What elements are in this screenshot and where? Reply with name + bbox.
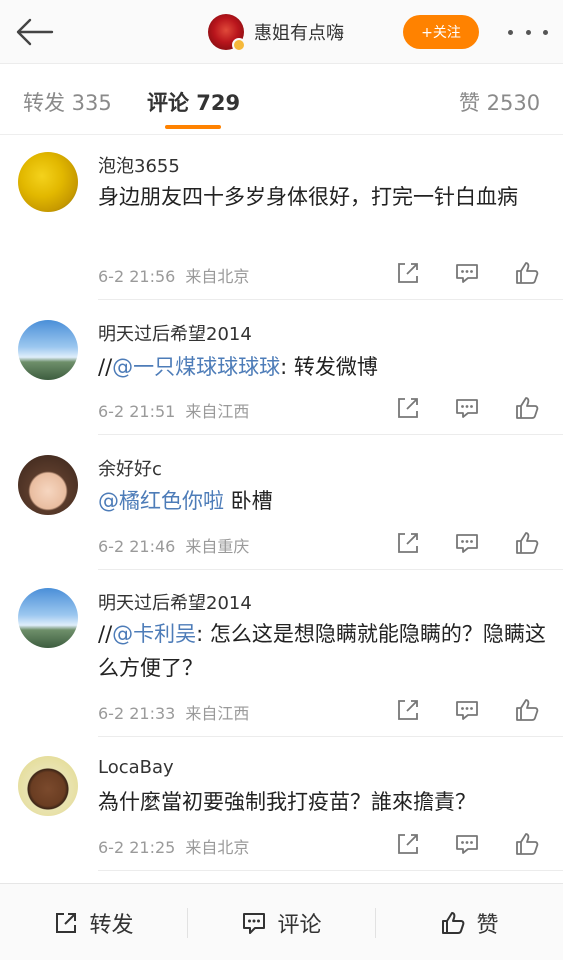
thumbs-up-icon xyxy=(516,532,539,554)
share-icon xyxy=(398,834,418,854)
author-avatar[interactable] xyxy=(208,14,246,52)
comment-icon xyxy=(456,534,478,553)
comment-source: 来自江西 xyxy=(185,704,250,723)
share-icon xyxy=(398,263,418,283)
share-button[interactable] xyxy=(394,259,422,287)
active-tab-indicator xyxy=(165,125,221,129)
top-nav-bar: 惠姐有点嗨 +关注 xyxy=(0,0,563,64)
share-icon xyxy=(398,700,418,720)
reply-button[interactable] xyxy=(453,529,481,557)
comment-text: 為什麼當初要強制我打疫苗？誰來擔責？ xyxy=(98,785,548,819)
comment-divider xyxy=(98,569,563,570)
comment-divider xyxy=(98,299,563,300)
share-button[interactable] xyxy=(394,830,422,858)
comment-time: 6-2 21:46 xyxy=(98,537,176,556)
comment-text: //@卡利吴: 怎么这是想隐瞒就能隐瞒的？隐瞒这么方便了？ xyxy=(98,617,548,685)
like-comment-button[interactable] xyxy=(513,696,541,724)
thumbs-up-icon xyxy=(516,833,539,855)
comment-source: 来自重庆 xyxy=(185,537,250,556)
comment-source: 来自北京 xyxy=(185,838,250,857)
repost-button[interactable]: 转发 xyxy=(0,884,187,960)
comment-label: 评论 xyxy=(277,912,322,938)
like-comment-button[interactable] xyxy=(513,259,541,287)
comment-divider xyxy=(98,434,563,435)
back-button[interactable] xyxy=(12,14,56,50)
commenter-name[interactable]: 明天过后希望2014 xyxy=(98,589,252,615)
comment-divider xyxy=(98,870,563,871)
comment-meta: 6-2 21:46 来自重庆 xyxy=(98,533,249,557)
comment-text: 身边朋友四十多岁身体很好，打完一针白血病 xyxy=(98,180,548,214)
commenter-name[interactable]: 泡泡3655 xyxy=(98,152,180,178)
comment-time: 6-2 21:33 xyxy=(98,704,176,723)
comment-text-segment: 身边朋友四十多岁身体很好，打完一针白血病 xyxy=(98,185,518,209)
author-name[interactable]: 惠姐有点嗨 xyxy=(254,19,344,45)
thumbs-up-icon xyxy=(516,397,539,419)
repost-label: 转发 xyxy=(89,912,134,938)
comment-text: @橘红色你啦 卧槽 xyxy=(98,484,548,518)
share-button[interactable] xyxy=(394,529,422,557)
reply-button[interactable] xyxy=(453,259,481,287)
comment-text-segment: 卧槽 xyxy=(224,489,273,513)
repost-icon xyxy=(56,912,77,933)
share-button[interactable] xyxy=(394,394,422,422)
like-comment-button[interactable] xyxy=(513,529,541,557)
comment-meta: 6-2 21:56 来自北京 xyxy=(98,263,249,287)
comment-text-segment: : 转发微博 xyxy=(280,355,378,379)
comment-source: 来自北京 xyxy=(185,267,250,286)
mention-link[interactable]: @橘红色你啦 xyxy=(98,489,224,513)
comment-icon xyxy=(456,701,478,720)
commenter-avatar[interactable] xyxy=(18,455,78,515)
reply-button[interactable] xyxy=(453,696,481,724)
follow-button[interactable]: +关注 xyxy=(403,15,479,49)
comment-icon xyxy=(456,264,478,283)
comment-text: //@一只煤球球球球: 转发微博 xyxy=(98,350,548,384)
comment-source: 来自江西 xyxy=(185,402,250,421)
commenter-avatar[interactable] xyxy=(18,588,78,648)
commenter-name[interactable]: LocaBay xyxy=(98,757,174,778)
comment-icon xyxy=(456,835,478,854)
thumbs-up-icon xyxy=(442,911,465,934)
commenter-avatar[interactable] xyxy=(18,152,78,212)
comment-icon xyxy=(456,399,478,418)
comment-button[interactable]: 评论 xyxy=(188,884,375,960)
share-button[interactable] xyxy=(394,696,422,724)
reply-button[interactable] xyxy=(453,394,481,422)
tab-reposts[interactable]: 转发 335 xyxy=(23,87,112,117)
more-menu-button[interactable] xyxy=(508,20,548,44)
bottom-action-bar: 转发 评论 赞 xyxy=(0,883,563,960)
more-dots-icon xyxy=(508,29,513,35)
comment-text-segment: 為什麼當初要強制我打疫苗？誰來擔責？ xyxy=(98,790,476,814)
verified-badge-icon xyxy=(232,38,246,52)
thumbs-up-icon xyxy=(516,262,539,284)
comment-divider xyxy=(98,736,563,737)
commenter-name[interactable]: 余好好c xyxy=(98,455,162,481)
reply-button[interactable] xyxy=(453,830,481,858)
comment-time: 6-2 21:25 xyxy=(98,838,176,857)
thumbs-up-icon xyxy=(516,699,539,721)
commenter-name[interactable]: 明天过后希望2014 xyxy=(98,320,252,346)
share-icon xyxy=(398,533,418,553)
comment-text-segment: // xyxy=(98,622,113,646)
like-comment-button[interactable] xyxy=(513,830,541,858)
tab-comments[interactable]: 评论 729 xyxy=(147,87,240,117)
arrow-left-icon xyxy=(16,18,54,46)
tab-bar: 转发 335 评论 729 赞 2530 xyxy=(0,65,563,135)
commenter-avatar[interactable] xyxy=(18,756,78,816)
mention-link[interactable]: @卡利吴 xyxy=(112,622,196,646)
comment-time: 6-2 21:51 xyxy=(98,402,176,421)
commenter-avatar[interactable] xyxy=(18,320,78,380)
mention-link[interactable]: @一只煤球球球球 xyxy=(112,355,280,379)
comment-icon xyxy=(243,912,266,934)
like-comment-button[interactable] xyxy=(513,394,541,422)
tab-likes[interactable]: 赞 2530 xyxy=(459,87,540,117)
post-author[interactable]: 惠姐有点嗨 xyxy=(208,14,344,52)
comment-meta: 6-2 21:33 来自江西 xyxy=(98,700,249,724)
comment-text-segment: // xyxy=(98,355,113,379)
like-label: 赞 xyxy=(476,912,499,938)
comment-time: 6-2 21:56 xyxy=(98,267,176,286)
comment-meta: 6-2 21:25 来自北京 xyxy=(98,834,249,858)
comment-meta: 6-2 21:51 来自江西 xyxy=(98,398,249,422)
share-icon xyxy=(398,398,418,418)
like-button[interactable]: 赞 xyxy=(376,884,563,960)
